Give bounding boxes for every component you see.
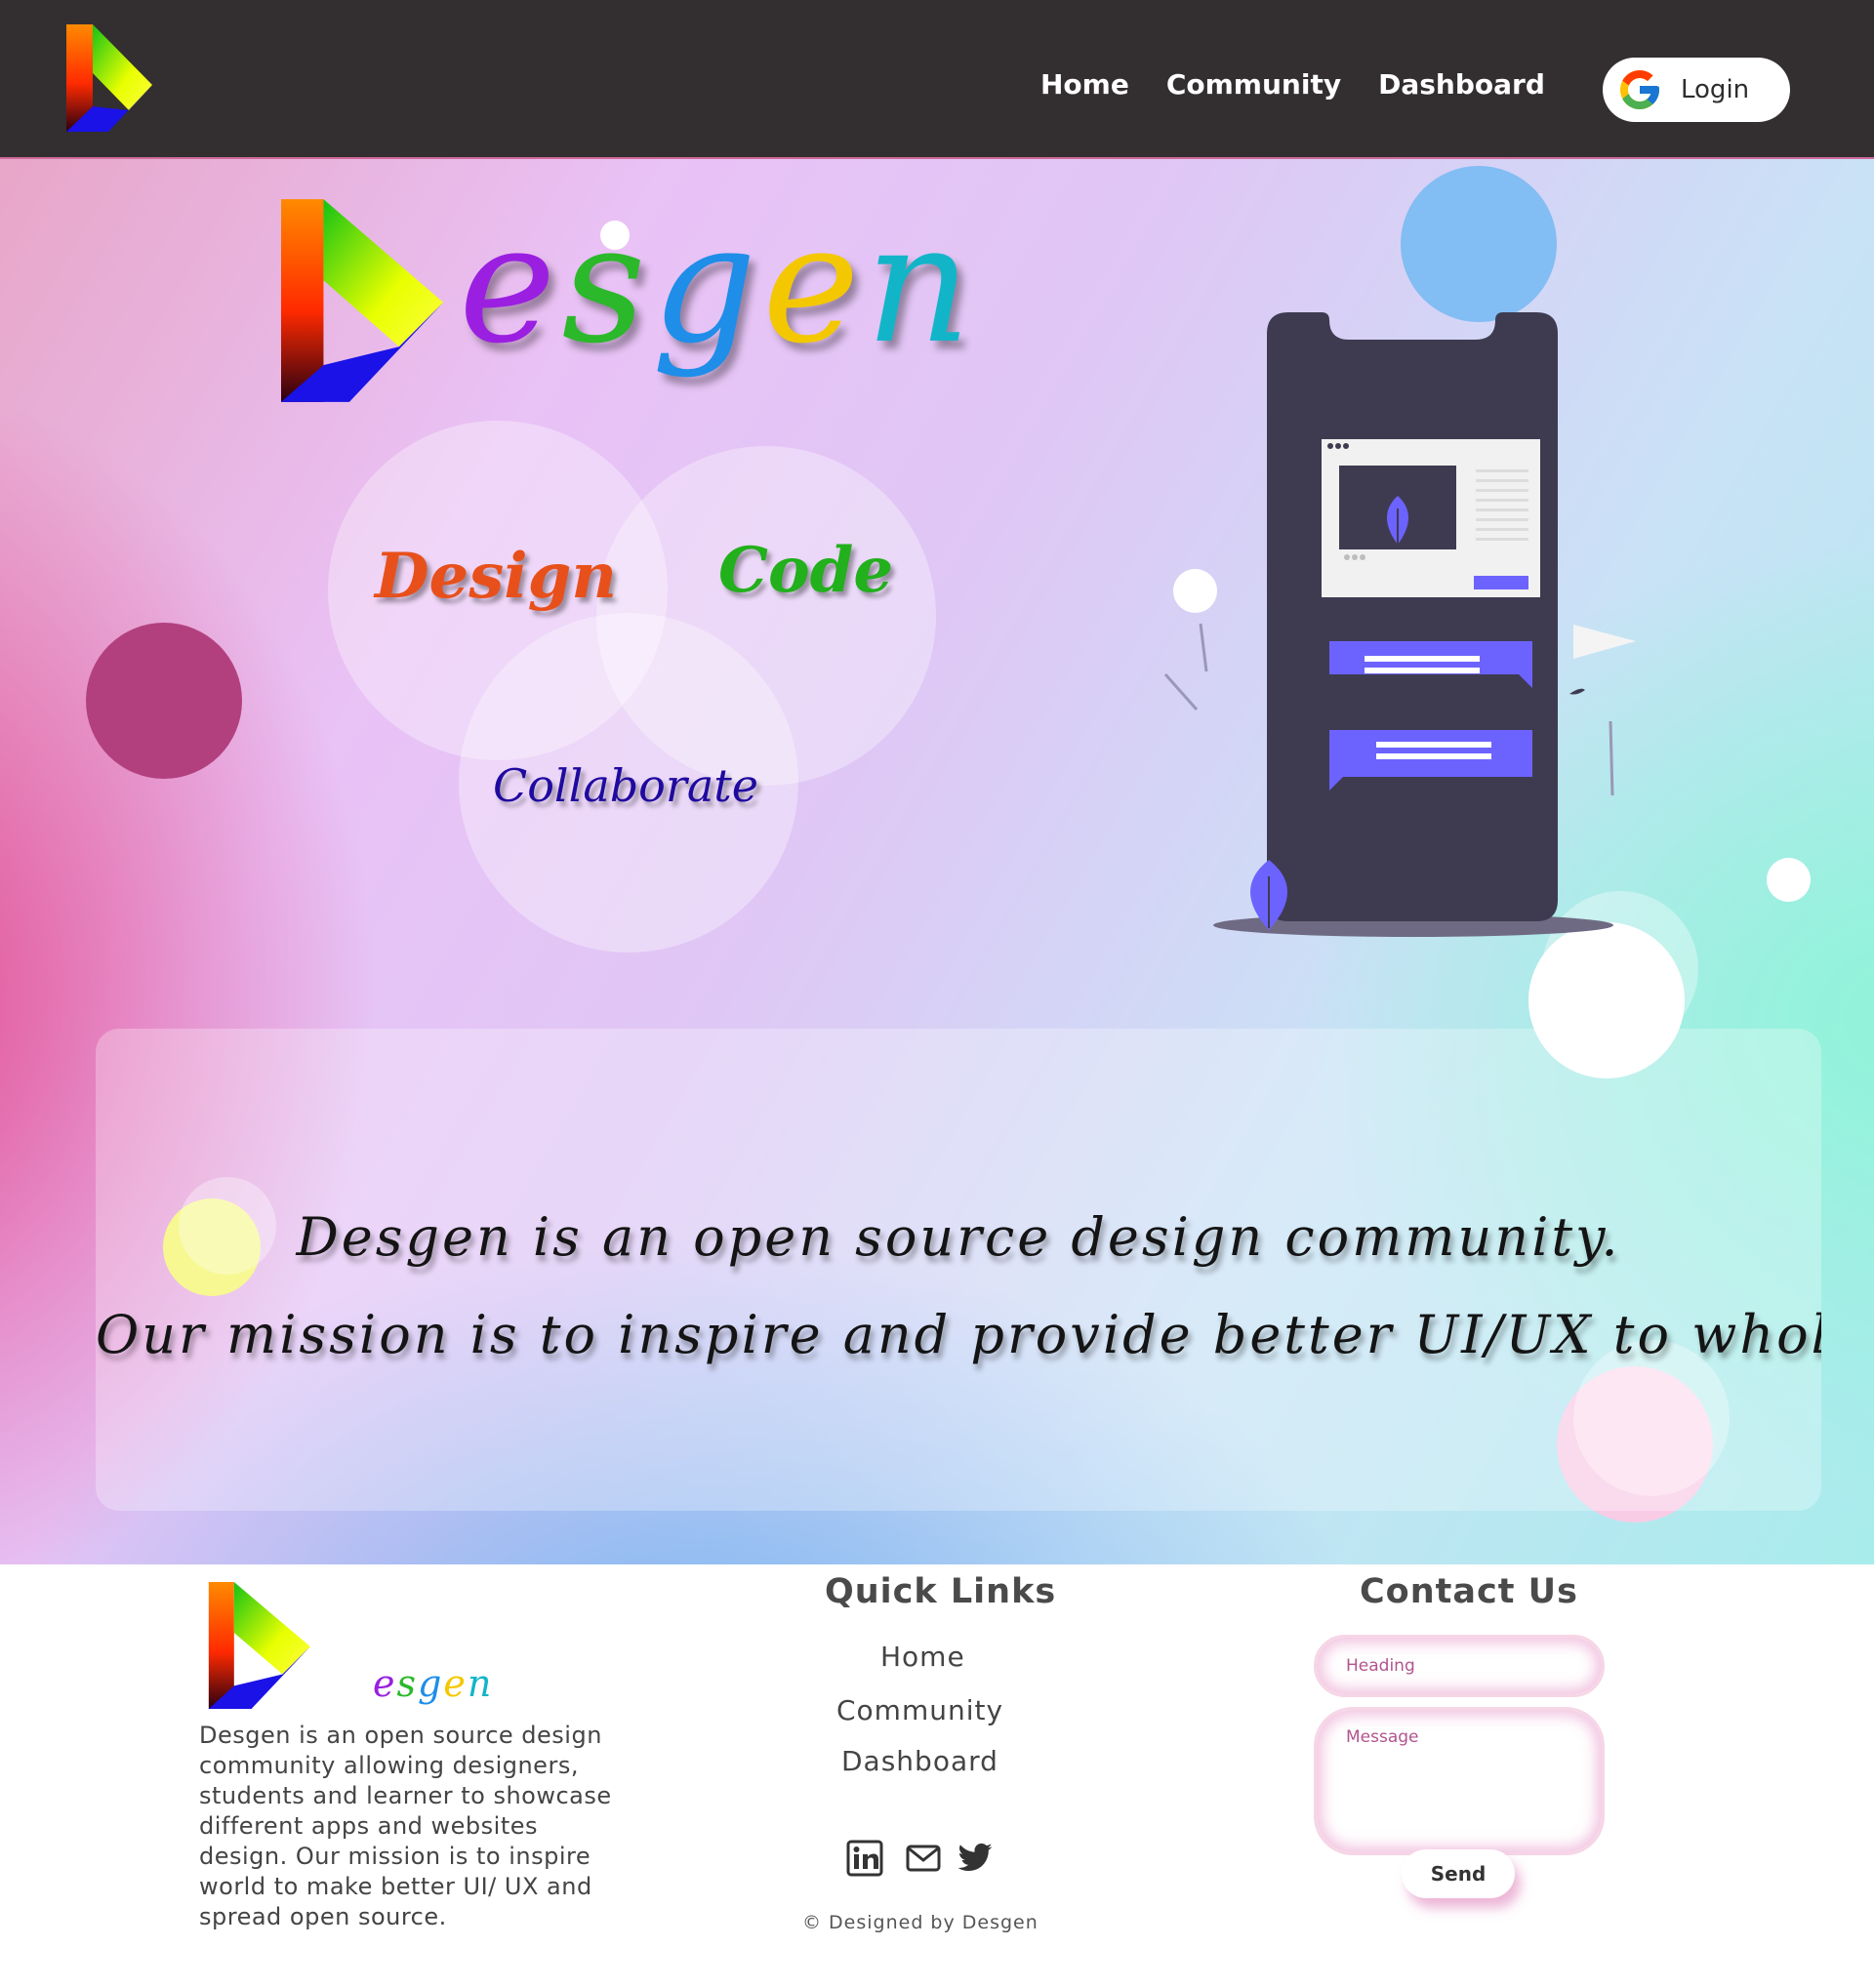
phone-illustration (1163, 312, 1636, 937)
mission-card: Desgen is an open source design communit… (96, 1029, 1821, 1511)
desgen-logo-icon[interactable] (66, 24, 154, 132)
top-navbar: Home Community Dashboard Login (0, 0, 1874, 159)
nav-dashboard[interactable]: Dashboard (1378, 68, 1545, 101)
footer-about-text: Desgen is an open source design communit… (199, 1722, 612, 1930)
footer-link-dashboard[interactable]: Dashboard (841, 1745, 998, 1777)
venn-label-design: Design (375, 540, 617, 613)
desgen-logo-icon (281, 199, 444, 402)
venn-label-code: Code (718, 534, 894, 607)
copyright-text: © Designed by Desgen (802, 1912, 1039, 1933)
mission-line-1: Desgen is an open source design communit… (296, 1206, 1621, 1268)
desgen-logo-icon[interactable] (207, 1582, 314, 1709)
message-textarea[interactable] (1314, 1707, 1605, 1855)
login-label: Login (1681, 75, 1750, 104)
hero-wordmark: esgen (281, 188, 971, 413)
quick-links-title: Quick Links (825, 1572, 1057, 1611)
linkedin-icon[interactable] (846, 1840, 883, 1877)
main-nav: Home Community Dashboard (1040, 68, 1545, 101)
mail-icon[interactable] (905, 1840, 942, 1877)
twitter-icon[interactable] (957, 1840, 994, 1877)
login-button[interactable]: Login (1603, 58, 1790, 122)
venn-label-collaborate: Collaborate (493, 759, 759, 812)
footer-link-community[interactable]: Community (836, 1694, 1003, 1726)
hero-section: esgen Design Code Collaborate Desgen is … (0, 159, 1874, 1564)
heading-input[interactable] (1314, 1635, 1605, 1697)
contact-title: Contact Us (1360, 1572, 1578, 1611)
send-button[interactable]: Send (1402, 1849, 1515, 1898)
decor-bubble (86, 623, 242, 779)
decor-bubble (1767, 858, 1811, 902)
nav-community[interactable]: Community (1166, 68, 1341, 101)
nav-home[interactable]: Home (1040, 68, 1129, 101)
footer: esgen Desgen is an open source design co… (0, 1564, 1874, 1988)
mission-line-2: Our mission is to inspire and provide be… (96, 1304, 1821, 1365)
footer-link-home[interactable]: Home (880, 1641, 965, 1673)
google-icon (1620, 70, 1659, 109)
footer-wordmark: esgen (373, 1662, 494, 1705)
hero-wordmark-text: esgen (459, 188, 977, 380)
